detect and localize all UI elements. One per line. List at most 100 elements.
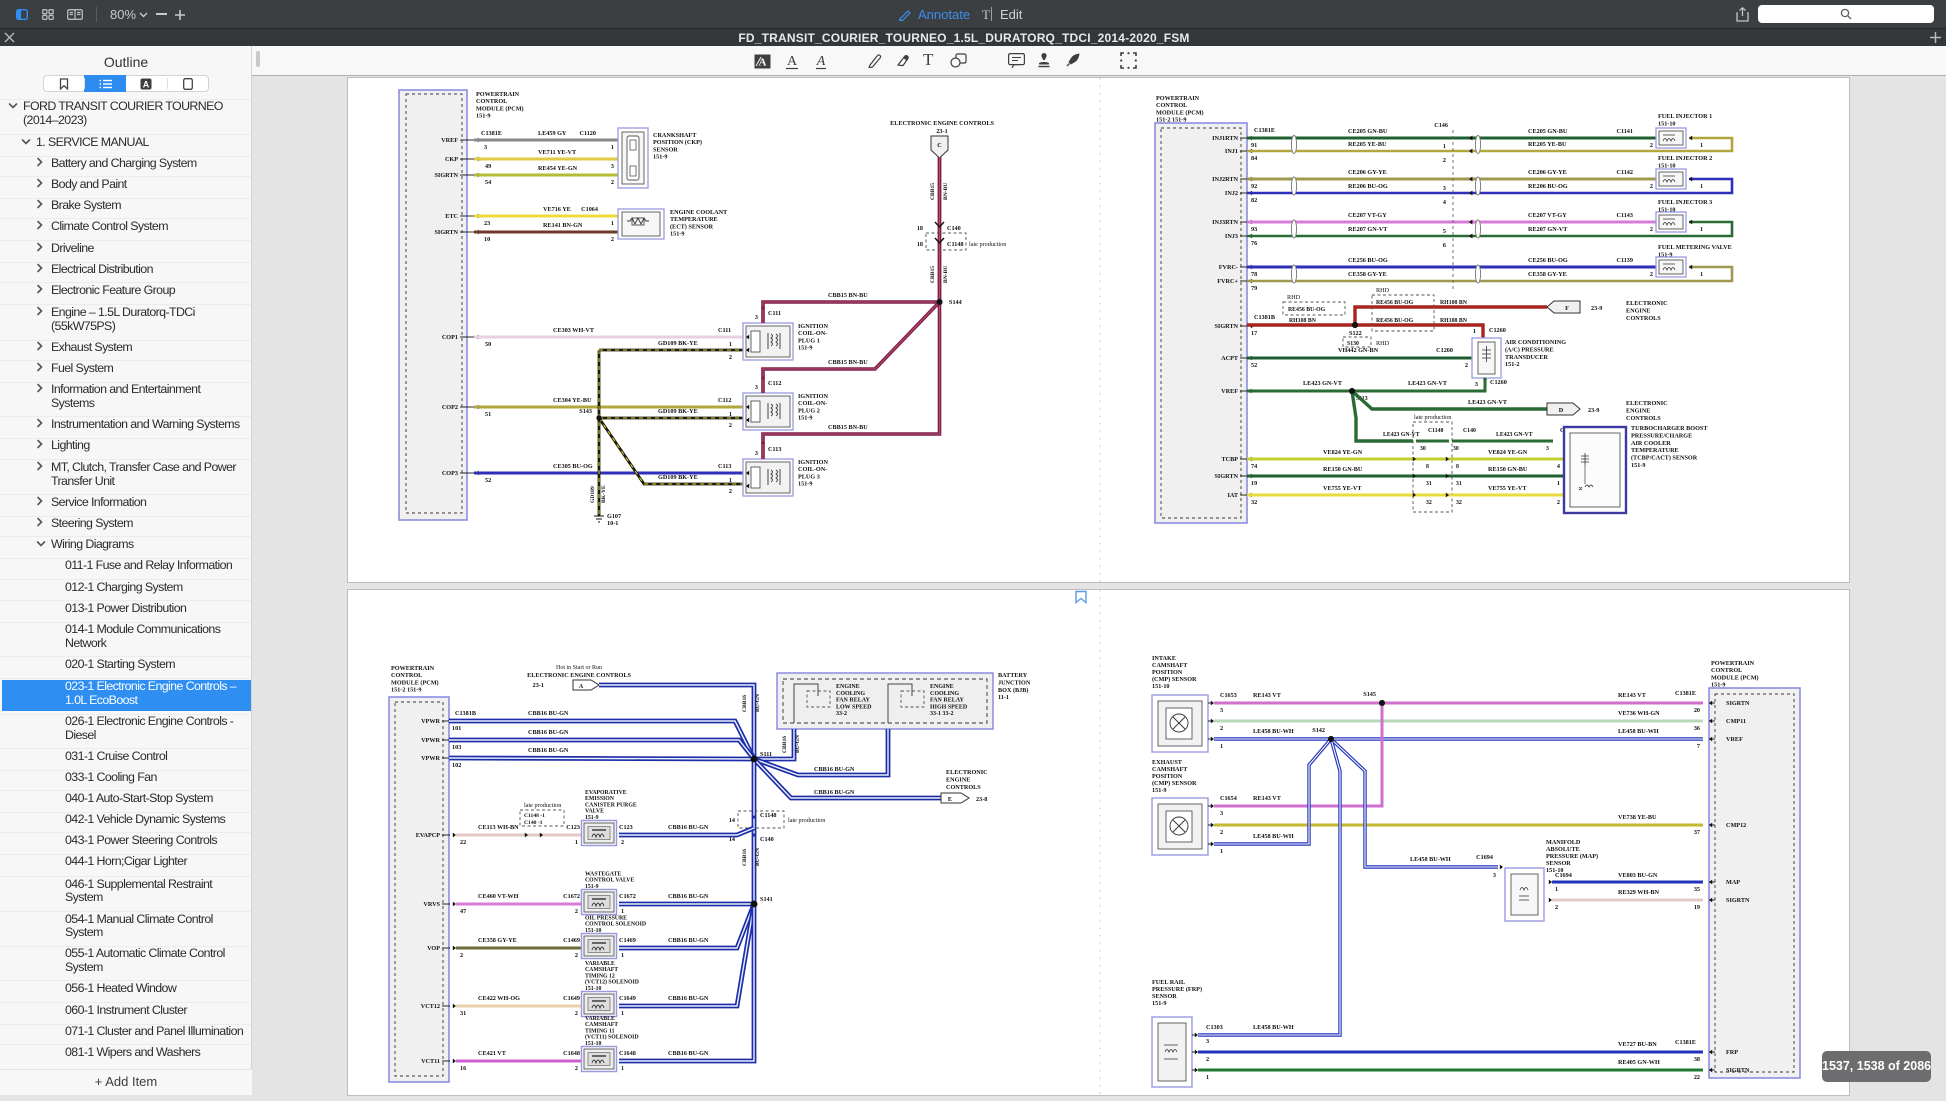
svg-text:SIGRTN: SIGRTN bbox=[434, 172, 458, 179]
svg-text:CONTROLS: CONTROLS bbox=[1626, 315, 1661, 322]
svg-text:CBB15: CBB15 bbox=[930, 266, 936, 283]
svg-text:LE458 BU-WH: LE458 BU-WH bbox=[1253, 728, 1294, 735]
svg-text:CE256 BU-OG: CE256 BU-OG bbox=[1528, 257, 1568, 264]
svg-text:17: 17 bbox=[1251, 330, 1257, 337]
svg-text:RH108 BN: RH108 BN bbox=[1440, 318, 1468, 324]
svg-text:VE824 YE-GN: VE824 YE-GN bbox=[1323, 449, 1363, 456]
svg-text:49: 49 bbox=[485, 163, 491, 170]
svg-text:1: 1 bbox=[621, 908, 624, 915]
svg-text:C112: C112 bbox=[768, 380, 781, 387]
svg-text:84: 84 bbox=[1251, 155, 1257, 162]
svg-text:POSITION (CKP): POSITION (CKP) bbox=[653, 139, 702, 146]
svg-text:C1148: C1148 bbox=[760, 812, 777, 819]
svg-text:23-9: 23-9 bbox=[1591, 305, 1602, 312]
svg-text:151-9: 151-9 bbox=[585, 884, 599, 890]
svg-text:C1469: C1469 bbox=[619, 937, 636, 944]
svg-text:C1148: C1148 bbox=[947, 241, 964, 248]
svg-text:151-2 151-9: 151-2 151-9 bbox=[1156, 117, 1186, 124]
svg-text:VE711 YE-VT: VE711 YE-VT bbox=[538, 149, 577, 156]
svg-text:C111: C111 bbox=[768, 310, 781, 317]
svg-text:ETC: ETC bbox=[445, 213, 458, 220]
svg-text:INJ1: INJ1 bbox=[1225, 148, 1238, 155]
svg-text:1: 1 bbox=[1206, 1074, 1209, 1081]
svg-text:5: 5 bbox=[1443, 228, 1446, 235]
svg-text:OIL PRESSURE: OIL PRESSURE bbox=[585, 915, 627, 921]
svg-text:SENSOR: SENSOR bbox=[653, 146, 678, 153]
svg-text:C1694: C1694 bbox=[1555, 872, 1572, 879]
svg-text:3: 3 bbox=[1443, 185, 1446, 192]
svg-text:LE458: LE458 bbox=[1380, 435, 1381, 436]
svg-text:2: 2 bbox=[1220, 725, 1223, 732]
svg-text:18: 18 bbox=[917, 241, 923, 248]
svg-text:POWERTRAIN: POWERTRAIN bbox=[391, 665, 435, 672]
svg-text:CBB16 BU-GN: CBB16 BU-GN bbox=[814, 766, 855, 773]
svg-text:LE423 GN-VT: LE423 GN-VT bbox=[1468, 399, 1508, 406]
svg-text:AIR COOLER: AIR COOLER bbox=[1631, 440, 1671, 447]
svg-text:RHD: RHD bbox=[1287, 294, 1301, 301]
svg-text:CBB16: CBB16 bbox=[742, 849, 748, 866]
svg-text:COIL-ON-: COIL-ON- bbox=[798, 400, 827, 407]
svg-text:RE207 GN-VT: RE207 GN-VT bbox=[1348, 226, 1388, 233]
svg-text:3: 3 bbox=[1493, 872, 1496, 879]
svg-text:BU-GN: BU-GN bbox=[755, 694, 761, 712]
svg-text:30: 30 bbox=[1453, 446, 1459, 452]
svg-text:22: 22 bbox=[460, 839, 466, 846]
svg-text:C1381B: C1381B bbox=[1254, 314, 1275, 321]
svg-text:CE206 GY-YE: CE206 GY-YE bbox=[1528, 169, 1567, 176]
svg-text:CE205 GN-BU: CE205 GN-BU bbox=[1348, 128, 1388, 135]
svg-text:8: 8 bbox=[1426, 464, 1429, 470]
svg-text:151-9: 151-9 bbox=[1631, 462, 1645, 469]
svg-text:EMISSION: EMISSION bbox=[585, 796, 615, 802]
svg-text:INJ2RTN: INJ2RTN bbox=[1212, 176, 1238, 183]
svg-text:TURBOCHARGER BOOST: TURBOCHARGER BOOST bbox=[1631, 425, 1708, 432]
svg-text:CBB15 BN-BU: CBB15 BN-BU bbox=[828, 359, 868, 366]
svg-text:(VCT11) SOLENOID: (VCT11) SOLENOID bbox=[585, 1034, 639, 1041]
svg-text:2: 2 bbox=[575, 1010, 578, 1017]
svg-text:C1148: C1148 bbox=[1428, 428, 1444, 434]
svg-text:MODULE (PCM): MODULE (PCM) bbox=[1156, 109, 1204, 116]
svg-text:CKP: CKP bbox=[445, 156, 458, 163]
svg-text:C1381B: C1381B bbox=[455, 710, 476, 717]
svg-text:ELECTRONIC ENGINE CONTROLS: ELECTRONIC ENGINE CONTROLS bbox=[890, 120, 994, 127]
svg-text:14: 14 bbox=[729, 817, 735, 824]
svg-text:C1260: C1260 bbox=[1490, 379, 1507, 386]
svg-text:TCBP: TCBP bbox=[1221, 456, 1238, 463]
svg-text:1: 1 bbox=[1220, 848, 1223, 855]
svg-text:3: 3 bbox=[1546, 446, 1549, 452]
svg-text:C140 -1: C140 -1 bbox=[524, 820, 543, 826]
svg-text:FUEL INJECTOR 1: FUEL INJECTOR 1 bbox=[1658, 113, 1712, 120]
svg-text:2: 2 bbox=[1650, 183, 1653, 190]
svg-text:C1381E: C1381E bbox=[1675, 690, 1696, 697]
svg-text:74: 74 bbox=[1251, 463, 1257, 470]
svg-text:VRVS: VRVS bbox=[423, 901, 440, 908]
svg-text:POWERTRAIN: POWERTRAIN bbox=[1711, 660, 1755, 667]
svg-text:RE206 BU-OG: RE206 BU-OG bbox=[1348, 183, 1388, 190]
svg-text:ELECTRONIC: ELECTRONIC bbox=[1626, 400, 1668, 407]
svg-text:2: 2 bbox=[1557, 499, 1560, 506]
svg-text:82: 82 bbox=[1251, 197, 1257, 204]
svg-text:VE755 YE-VT: VE755 YE-VT bbox=[1323, 485, 1362, 492]
svg-text:CBB16 BU-GN: CBB16 BU-GN bbox=[668, 937, 709, 944]
svg-text:VREF: VREF bbox=[441, 137, 458, 144]
svg-text:RHD: RHD bbox=[1376, 287, 1390, 294]
svg-text:TIMING 12: TIMING 12 bbox=[585, 973, 615, 979]
svg-text:CAMSHAFT: CAMSHAFT bbox=[1152, 662, 1188, 669]
svg-text:151-10: 151-10 bbox=[1658, 120, 1676, 127]
svg-text:HIGH SPEED: HIGH SPEED bbox=[930, 704, 968, 710]
svg-text:ABSOLUTE: ABSOLUTE bbox=[1546, 846, 1580, 853]
svg-text:151-2: 151-2 bbox=[1505, 361, 1519, 368]
svg-text:PLUG 2: PLUG 2 bbox=[798, 407, 820, 414]
svg-text:2: 2 bbox=[575, 908, 578, 915]
svg-text:(CMP) SENSOR: (CMP) SENSOR bbox=[1152, 780, 1197, 787]
svg-text:C1649: C1649 bbox=[563, 995, 580, 1002]
svg-text:CBB16 BU-GN: CBB16 BU-GN bbox=[668, 824, 709, 831]
svg-text:VPWR: VPWR bbox=[421, 718, 440, 725]
svg-text:47: 47 bbox=[460, 908, 466, 915]
svg-text:VPWR: VPWR bbox=[421, 737, 440, 744]
svg-text:CE256 BU-OG: CE256 BU-OG bbox=[1348, 257, 1388, 264]
svg-text:RE206 BU-OG: RE206 BU-OG bbox=[1528, 183, 1568, 190]
svg-text:CBB16 BU-GN: CBB16 BU-GN bbox=[528, 747, 569, 754]
svg-text:RE205 YE-BU: RE205 YE-BU bbox=[1528, 141, 1567, 148]
svg-text:VARIABLE: VARIABLE bbox=[585, 961, 615, 967]
svg-text:TRANSDUCER: TRANSDUCER bbox=[1505, 354, 1549, 361]
